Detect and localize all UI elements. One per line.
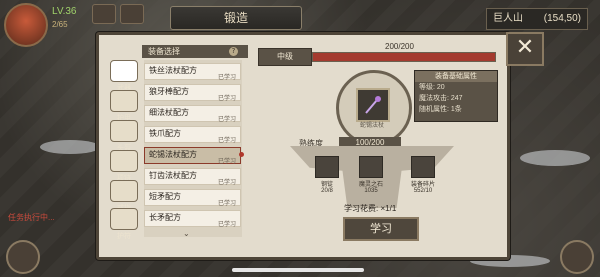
recipe-status: 已学习 <box>217 201 236 207</box>
armor-icon <box>110 90 138 112</box>
sword-icon <box>110 60 138 82</box>
necklace-icon <box>110 150 138 172</box>
stat-line: 魔法攻击: 247 <box>419 95 463 102</box>
ingot-icon <box>315 156 339 178</box>
material-slot[interactable]: 装备碎片 552/10 <box>406 156 440 194</box>
recipe-name: 铁丝法杖配方 <box>149 66 197 75</box>
material-name: 装备碎片 <box>410 182 435 188</box>
recipe-name: 蛇锡法杖配方 <box>149 150 197 159</box>
category-necklace[interactable]: 项链 <box>106 150 142 183</box>
window-title: 锻造 <box>170 6 302 30</box>
item-name: 蛇锡法杖 <box>359 122 384 129</box>
recipe-name: 长矛配方 <box>149 213 181 222</box>
home-indicator <box>232 268 364 272</box>
player-avatar[interactable] <box>4 3 48 47</box>
recipe-status: 已学习 <box>217 180 236 186</box>
quest-status[interactable]: 任务执行中... <box>8 212 55 223</box>
staff-icon <box>365 96 381 114</box>
stats-box: 装备基础属性 等级: 20 魔法攻击: 247 随机属性: 1条 <box>414 70 498 122</box>
category-amulet[interactable]: 护符 <box>106 208 142 241</box>
shard-icon <box>411 156 435 178</box>
stats-header: 装备基础属性 <box>415 71 497 82</box>
helmet-icon <box>110 120 138 142</box>
category-helmet[interactable]: 头盔 <box>106 120 142 153</box>
material-name: 钢锭 <box>320 182 333 188</box>
recipe-row[interactable]: 狼牙棒配方 已学习 <box>144 84 241 102</box>
stat-line: 等级: 20 <box>419 84 445 91</box>
recipe-row[interactable]: 长矛配方 已学习 <box>144 210 241 228</box>
snow-patch <box>520 150 590 166</box>
learn-cost: 学习花费: ×1/1 <box>344 203 396 214</box>
recipe-row-selected[interactable]: 蛇锡法杖配方 已学习 <box>144 147 244 165</box>
skill-button[interactable] <box>6 240 40 274</box>
help-icon[interactable]: ? <box>229 47 238 56</box>
category-label: 护符 <box>117 233 131 240</box>
recipe-status: 已学习 <box>217 222 236 228</box>
learn-cost-label: 学习花费: <box>344 204 379 213</box>
snow-patch <box>40 140 100 154</box>
action-button[interactable] <box>560 240 594 274</box>
learn-cost-value: ×1/1 <box>380 204 397 213</box>
material-count: 20/8 <box>321 188 333 194</box>
recipe-row[interactable]: 钉齿法杖配方 已学习 <box>144 168 241 186</box>
recipe-row[interactable]: 铁爪配方 已学习 <box>144 126 241 144</box>
recipe-row[interactable]: 细法杖配方 已学习 <box>144 105 241 123</box>
close-button[interactable]: ✕ <box>506 32 544 66</box>
recipe-name: 狼牙棒配方 <box>149 87 189 96</box>
recipe-status: 已学习 <box>217 138 236 144</box>
recipe-status: 已学习 <box>217 75 236 81</box>
recipe-row[interactable]: 铁丝法杖配方 已学习 <box>144 63 241 81</box>
mail-icon[interactable] <box>120 4 144 24</box>
stone-icon <box>359 156 383 178</box>
menu-icon[interactable] <box>92 4 116 24</box>
recipe-name: 钉齿法杖配方 <box>149 171 197 180</box>
recipe-status: 已学习 <box>217 117 236 123</box>
category-weapon[interactable]: 武器 <box>106 60 142 93</box>
progress-fill <box>313 53 495 61</box>
material-slot[interactable]: 钢锭 20/8 <box>310 156 344 194</box>
material-count: 1035 <box>364 188 378 194</box>
learn-button[interactable]: 学习 <box>343 217 419 241</box>
recipe-name: 短矛配方 <box>149 192 181 201</box>
selected-marker <box>239 152 244 157</box>
recipe-status: 已学习 <box>217 96 236 102</box>
recipe-list[interactable]: 铁丝法杖配方 已学习 狼牙棒配方 已学习 细法杖配方 已学习 铁爪配方 已学习 … <box>144 60 244 237</box>
recipe-name: 铁爪配方 <box>149 129 181 138</box>
material-slot[interactable]: 魔灵之石 1035 <box>354 156 388 194</box>
progress-value: 200/200 <box>385 42 414 51</box>
progress-bar <box>312 52 496 62</box>
recipe-row[interactable]: 短矛配方 已学习 <box>144 189 241 207</box>
progress-label: 中级 <box>258 48 312 66</box>
amulet-icon <box>110 208 138 230</box>
ring-icon <box>110 180 138 202</box>
player-level: LV.36 <box>52 6 77 17</box>
recipe-status: 已学习 <box>217 159 236 165</box>
location-name: 巨人山 <box>493 13 523 24</box>
chevron-down-icon[interactable]: ⌄ <box>183 229 190 238</box>
material-name: 魔灵之石 <box>358 182 383 188</box>
player-resource: 2/65 <box>52 20 68 29</box>
recipe-name: 细法杖配方 <box>149 108 189 117</box>
location-coords: (154,50) <box>543 13 581 24</box>
material-count: 552/10 <box>413 188 433 194</box>
item-slot[interactable] <box>356 88 390 122</box>
category-armor[interactable]: 护甲 <box>106 90 142 123</box>
stat-line: 随机属性: 1条 <box>419 106 462 113</box>
location-display[interactable]: 巨人山 (154,50) <box>486 8 588 30</box>
